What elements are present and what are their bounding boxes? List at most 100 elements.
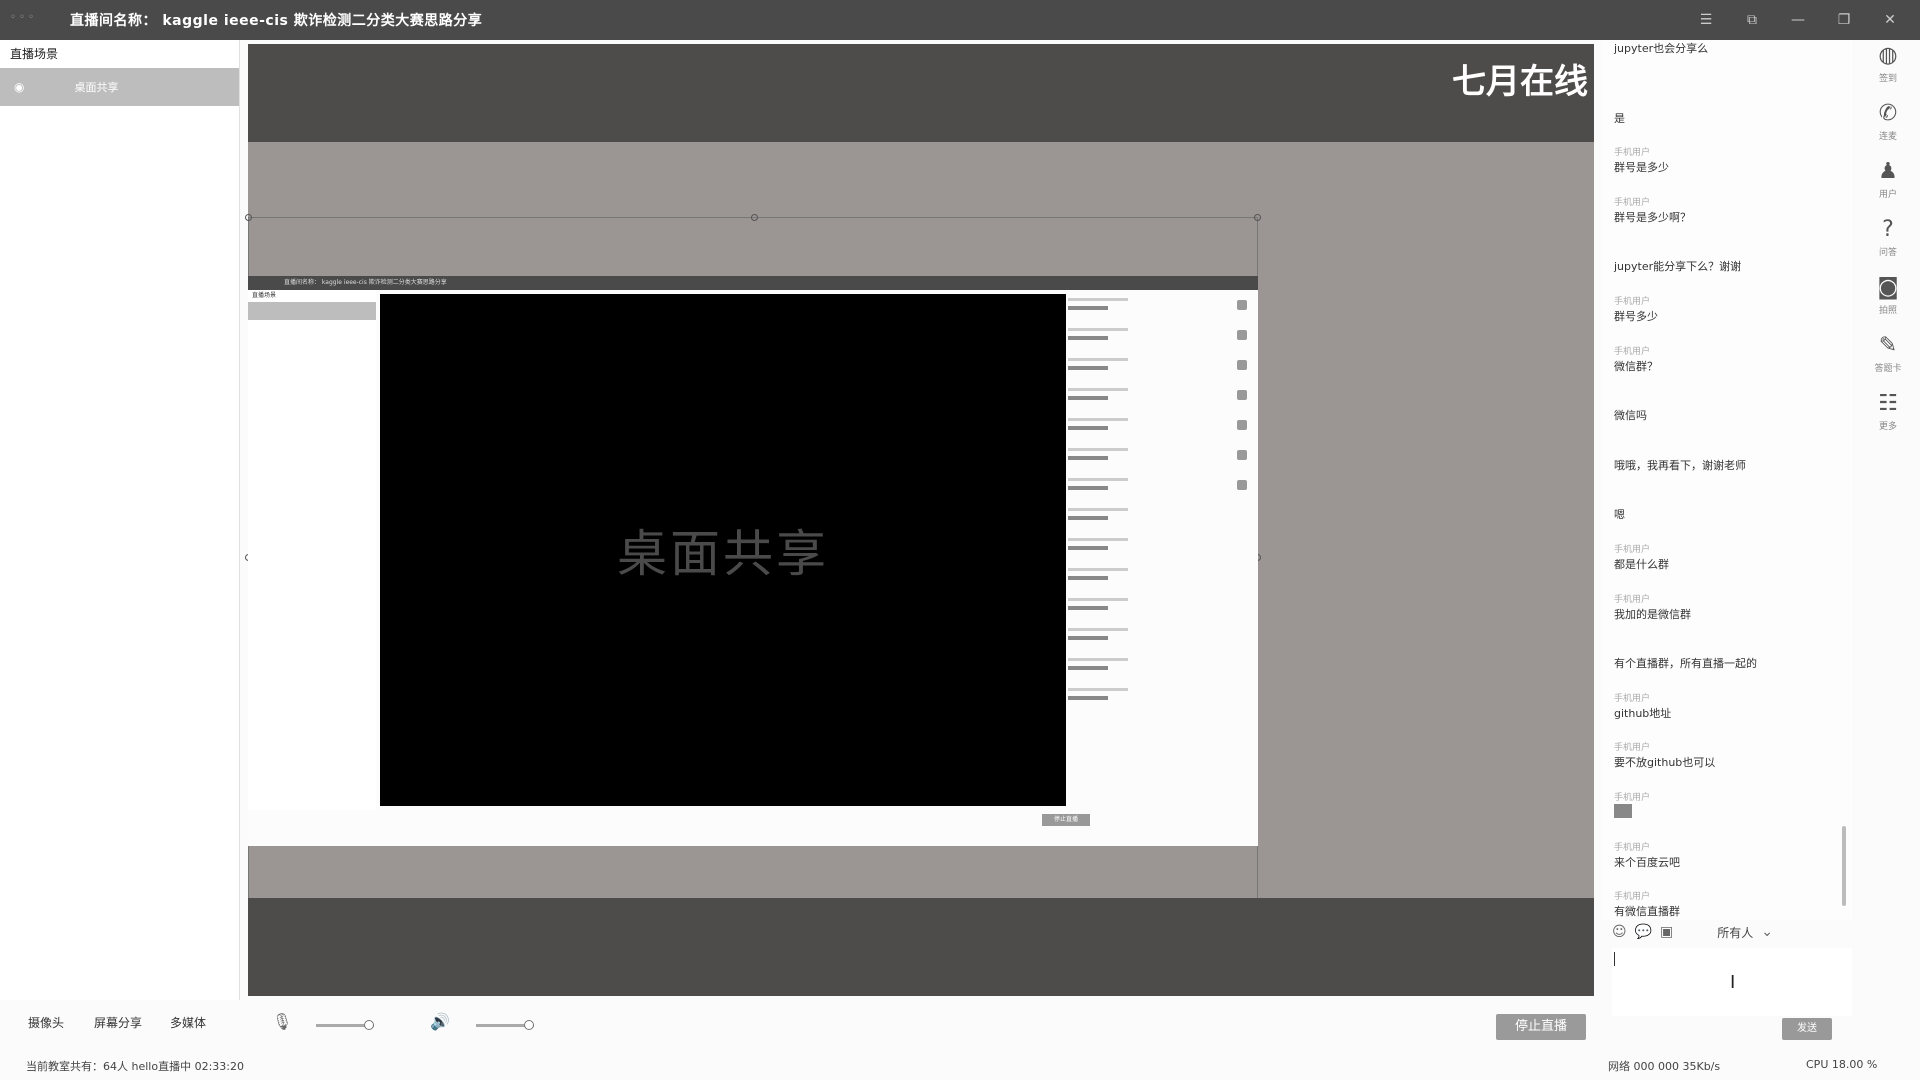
chat-message-name [1614,437,1852,457]
chat-message-text: 哦哦，我再看下，谢谢老师 [1614,458,1746,472]
send-button[interactable]: 发送 [1782,1018,1832,1040]
live-preview: 七月在线 直播间名称： kaggle ieee-cis 欺诈检测二分类大赛思路分… [245,44,1594,996]
chat-toolbar: ☺ 💬 ▣ 所有人 ⌄ [1612,920,1852,944]
chat-message-name: 手机用户 [1614,296,1651,307]
chat-message-text: github地址 [1614,706,1672,720]
tool-call[interactable]: ✆ 连麦 [1856,100,1920,158]
slider-knob[interactable] [524,1020,534,1030]
chevron-down-icon[interactable]: ⌄ [1761,924,1773,940]
chat-message-text: 微信群？ [1614,359,1658,373]
screen-share-button[interactable]: 屏幕分享 [94,1014,142,1031]
preview-top-band: 七月在线 [248,44,1594,142]
chat-message-text: 有个直播群，所有直播一起的 [1614,657,1757,671]
bubble-icon[interactable]: 💬 [1635,924,1652,940]
popout-icon[interactable]: ⧉ [1742,12,1762,28]
scene-item-desktop-share[interactable]: ◉ 桌面共享 [0,68,239,106]
audience-select[interactable]: 所有人 [1717,924,1753,941]
mic-volume-slider[interactable] [316,1020,374,1030]
restore-icon[interactable]: ❐ [1834,12,1854,28]
resize-handle[interactable] [751,214,758,221]
chat-message: 手机用户 来个百度云吧 [1602,834,1852,884]
slider-knob[interactable] [364,1020,374,1030]
edit-icon: ✎ [1878,333,1898,358]
bottom-controls: 摄像头 屏幕分享 多媒体 🎙 🔊 [0,1000,1600,1050]
chat-message-text: 群号是多少啊？ [1614,210,1691,224]
chat-message: 是 [1602,90,1852,140]
chat-message: 手机用户 我加的是微信群 [1602,586,1852,636]
chat-message-text: 群号多少 [1614,309,1658,323]
tool-camera[interactable]: ◙ 拍照 [1856,274,1920,332]
status-network: 网络 000 000 35Kb/s [1608,1060,1721,1073]
tool-more[interactable]: ☷ 更多 [1856,390,1920,448]
user-icon: ♟ [1878,159,1898,184]
eye-icon[interactable]: ◉ [14,80,24,94]
tool-qa[interactable]: ? 问答 [1856,216,1920,274]
minimize-icon[interactable]: — [1788,12,1808,28]
speaker-icon[interactable]: 🔊 [430,1012,450,1031]
chat-message: jupyter也会分享么 [1602,40,1852,90]
desktop-share-label: 桌面共享 [617,525,829,583]
chat-message-name [1614,238,1852,258]
resize-handle[interactable] [1254,214,1261,221]
tool-checkin[interactable]: ◍ 签到 [1856,42,1920,100]
watermark-text: 七月在线 [1452,62,1588,102]
menu-icon[interactable]: ☰ [1696,12,1716,28]
image-thumbnail-icon[interactable] [1614,803,1632,818]
chat-message: 手机用户 群号是多少啊？ [1602,189,1852,239]
tool-label: 答题卡 [1874,364,1902,374]
chat-message: 手机用户 都是什么群 [1602,536,1852,586]
stop-live-button[interactable]: 停止直播 [1496,1014,1586,1040]
chat-message-name: 手机用户 [1614,197,1651,208]
chat-message-text: jupyter能分享下么？谢谢 [1614,260,1742,274]
chat-message-name: 手机用户 [1614,544,1651,555]
chat-message: 微信吗 [1602,387,1852,437]
chat-message-name [1614,387,1852,407]
tool-label: 签到 [1878,74,1897,84]
multimedia-button[interactable]: 多媒体 [170,1014,206,1031]
resize-handle[interactable] [245,214,252,221]
camera-button[interactable]: 摄像头 [28,1014,64,1031]
scene-panel-header: 直播场景 [10,47,59,61]
tool-label: 更多 [1878,422,1897,432]
chat-message-text: 微信吗 [1614,409,1647,423]
inner-title-bar: 直播间名称： kaggle ieee-cis 欺诈检测二分类大赛思路分享 [248,276,1258,290]
chat-message-text [1614,803,1852,821]
tool-user[interactable]: ♟ 用户 [1856,158,1920,216]
chat-message: 有个直播群，所有直播一起的 [1602,635,1852,685]
inner-scene-panel: 直播场景 [248,290,376,810]
chat-message: 手机用户 github地址 [1602,685,1852,735]
chat-message-text: 都是什么群 [1614,557,1669,571]
scene-item-label: 桌面共享 [74,81,119,94]
speaker-volume-slider[interactable] [476,1020,534,1030]
inner-scene-item [248,302,376,320]
microphone-icon[interactable]: 🎙 [272,1012,292,1031]
chat-message: 手机用户 [1602,784,1852,834]
tool-label: 问答 [1878,248,1897,258]
scene-panel: 直播场景 ◉ 桌面共享 [0,40,240,1000]
chat-message-text: 有微信直播群 [1614,905,1680,919]
ibeam-cursor-icon: I [1730,972,1736,993]
chat-message: 嗯 [1602,486,1852,536]
status-bar: 当前教室共有：64人 hello直播中 02:33:20 网络 000 000 … [0,1050,1920,1080]
emoji-icon[interactable]: ☺ [1612,924,1627,940]
chat-message: 手机用户 微信群？ [1602,338,1852,388]
chat-message-text: 我加的是微信群 [1614,607,1691,621]
status-cpu: CPU 18.00 % [1806,1058,1878,1071]
chat-message-name: 手机用户 [1614,693,1651,704]
inner-screen: 桌面共享 [380,294,1066,806]
more-icon: ☷ [1878,391,1898,416]
image-icon[interactable]: ▣ [1660,924,1673,940]
chat-message-text: 来个百度云吧 [1614,855,1680,869]
inner-stop-button: 停止直播 [1042,814,1090,826]
status-classroom: 当前教室共有：64人 hello直播中 02:33:20 [26,1060,244,1073]
title-bar: ◦ ◦ ◦ 直播间名称： kaggle ieee-cis 欺诈检测二分类大赛思路… [0,0,1920,40]
tool-answer-card[interactable]: ✎ 答题卡 [1856,332,1920,390]
inner-chat [1068,294,1198,794]
inner-scene-header: 直播场景 [252,292,277,299]
chat-message-text: jupyter也会分享么 [1614,42,1709,55]
question-icon: ? [1882,217,1894,242]
chat-scrollbar[interactable] [1842,826,1846,906]
chat-message-name: 手机用户 [1614,892,1651,903]
close-icon[interactable]: ✕ [1880,12,1900,28]
chat-message-name: 手机用户 [1614,842,1651,853]
